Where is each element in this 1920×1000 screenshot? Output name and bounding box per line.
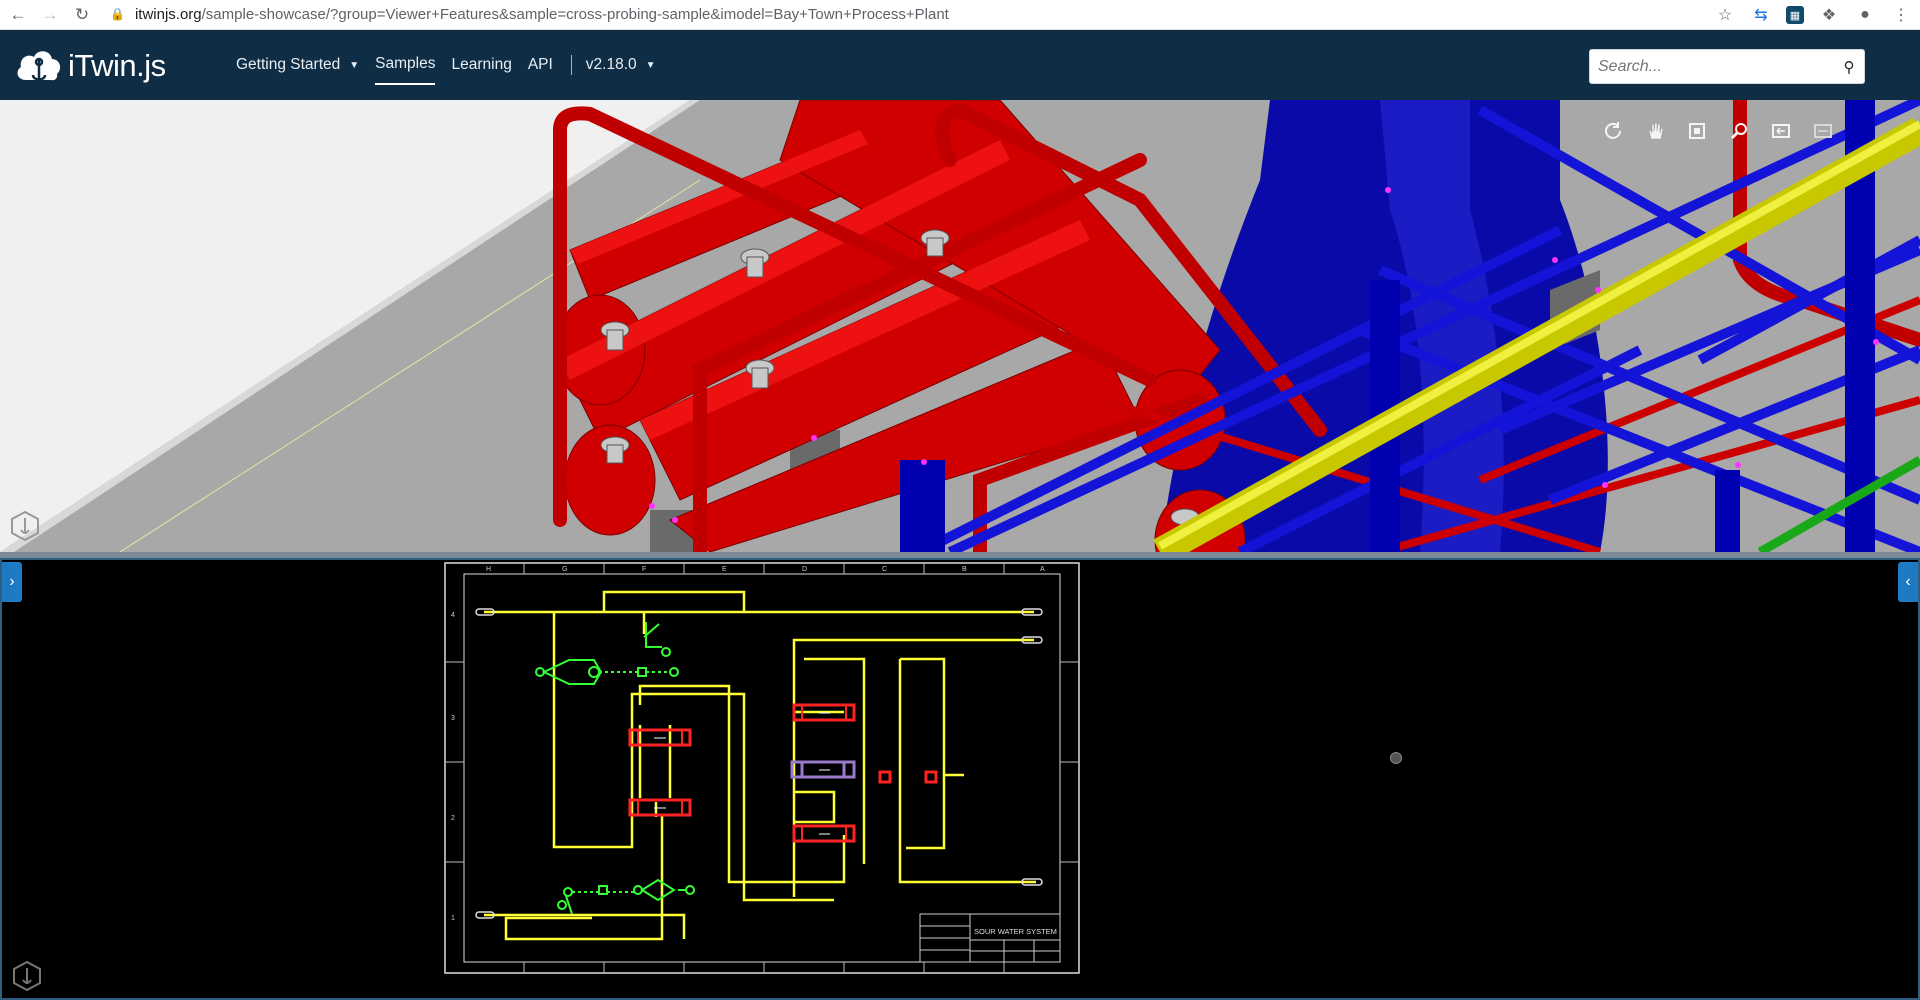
- view-navigation-toolbar: [1600, 118, 1836, 144]
- nav-label: Learning: [451, 56, 512, 73]
- sheet-col-label: H: [486, 566, 491, 573]
- view-undo-icon[interactable]: [1768, 118, 1794, 144]
- nav-samples[interactable]: Samples: [375, 45, 436, 85]
- back-arrow-icon[interactable]: ←: [4, 3, 32, 27]
- viewport-3d[interactable]: [0, 100, 1920, 552]
- caret-down-icon: ▼: [349, 59, 360, 71]
- sheet-col-label: A: [1040, 566, 1045, 573]
- kebab-menu-icon[interactable]: ⋮: [1890, 4, 1912, 26]
- rotate-icon[interactable]: [1600, 118, 1626, 144]
- sheet-col-label: C: [882, 566, 887, 573]
- plant-3d-scene: [0, 100, 1920, 552]
- logo-text: iTwin.js: [68, 48, 166, 83]
- site-header: iTwin.js Getting Started ▼ Samples Learn…: [0, 30, 1920, 100]
- pid-drawing-sheet: H G F E D C B A 4 3 2 1 SOUR WATER SYSTE…: [444, 562, 1080, 974]
- nav-label: Getting Started: [236, 56, 341, 73]
- url-domain: itwinjs.org: [134, 5, 202, 23]
- sync-icon[interactable]: ⇆: [1750, 4, 1772, 26]
- itwin-watermark-icon[interactable]: [10, 510, 40, 542]
- sheet-col-label: G: [562, 566, 567, 573]
- cloud-logo-icon: [17, 51, 61, 82]
- site-search: ⚲: [1589, 49, 1865, 84]
- pan-hand-icon[interactable]: [1642, 118, 1668, 144]
- chevron-left-icon: ‹: [1905, 573, 1911, 590]
- view-redo-icon[interactable]: [1810, 118, 1836, 144]
- sheet-title: SOUR WATER SYSTEM: [974, 927, 1057, 936]
- chevron-right-icon: ›: [9, 573, 15, 590]
- extension-icon[interactable]: ▦: [1786, 6, 1804, 24]
- sheet-col-label: F: [642, 566, 646, 573]
- sheet-row-label: 2: [451, 815, 455, 822]
- sheet-row-label: 4: [451, 612, 455, 619]
- nav-label: Samples: [375, 55, 436, 72]
- star-icon[interactable]: ☆: [1714, 4, 1736, 26]
- itwin-watermark-icon[interactable]: [12, 960, 42, 992]
- reload-icon[interactable]: ↻: [68, 3, 96, 27]
- expand-right-panel-button[interactable]: ‹: [1898, 562, 1918, 602]
- zoom-icon[interactable]: [1726, 118, 1752, 144]
- puzzle-icon[interactable]: ❖: [1818, 4, 1840, 26]
- search-icon[interactable]: ⚲: [1834, 58, 1864, 76]
- browser-toolbar: ← → ↻ 🔒 itwinjs.org/sample-showcase/?gro…: [0, 0, 1920, 30]
- sheet-row-label: 1: [451, 915, 455, 922]
- caret-down-icon: ▼: [645, 59, 656, 71]
- nav-label: API: [527, 56, 553, 73]
- expand-left-panel-button[interactable]: ›: [2, 562, 22, 602]
- address-bar[interactable]: 🔒 itwinjs.org/sample-showcase/?group=Vie…: [110, 2, 1710, 26]
- main-nav: Getting Started ▼ Samples Learning API v…: [236, 30, 672, 100]
- sheet-row-label: 3: [451, 715, 455, 722]
- version-dropdown[interactable]: v2.18.0 ▼: [586, 45, 656, 85]
- search-input[interactable]: [1590, 50, 1834, 83]
- sheet-col-label: B: [962, 566, 967, 573]
- nav-api[interactable]: API: [528, 45, 553, 85]
- profile-icon[interactable]: ●: [1854, 4, 1876, 26]
- forward-arrow-icon[interactable]: →: [36, 3, 64, 27]
- nav-learning[interactable]: Learning: [451, 45, 511, 85]
- url-path: /sample-showcase/?group=Viewer+Features&…: [201, 5, 949, 23]
- itwin-logo[interactable]: iTwin.js: [14, 44, 166, 88]
- nav-divider: [570, 55, 572, 75]
- sheet-col-label: E: [722, 566, 727, 573]
- sheet-col-label: D: [802, 566, 807, 573]
- cursor-indicator: [1390, 752, 1402, 764]
- lock-icon: 🔒: [110, 7, 125, 21]
- version-label: v2.18.0: [585, 56, 637, 73]
- viewport-2d[interactable]: › ‹ H G F E D C B A 4 3 2 1 SOUR WATER S…: [0, 558, 1920, 1000]
- fit-view-icon[interactable]: [1684, 118, 1710, 144]
- nav-getting-started[interactable]: Getting Started ▼: [236, 45, 359, 85]
